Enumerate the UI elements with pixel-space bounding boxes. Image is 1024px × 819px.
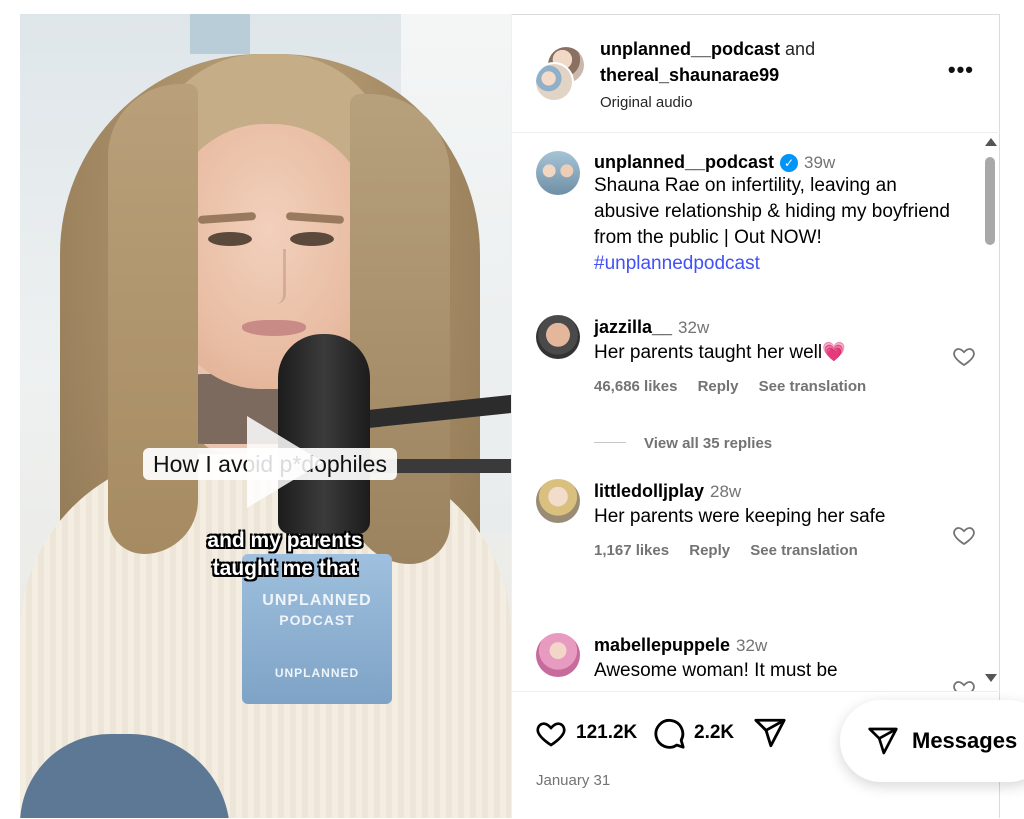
comment-text: Her parents were keeping her safe <box>594 506 886 527</box>
post-date[interactable]: January 31 <box>536 772 610 789</box>
caption-hashtag[interactable]: #unplannedpodcast <box>594 251 954 277</box>
author-connector: and <box>785 39 816 59</box>
mic-flag-text: PODCAST <box>279 612 355 628</box>
mic-flag-text: UNPLANNED <box>274 666 360 680</box>
like-action[interactable]: 121.2K <box>534 716 637 750</box>
share-action[interactable] <box>752 716 788 750</box>
like-count[interactable]: 121.2K <box>576 722 637 744</box>
heart-icon[interactable] <box>534 717 568 749</box>
scroll-up-arrow-icon[interactable] <box>985 138 997 146</box>
share-icon[interactable] <box>752 716 788 750</box>
comment-username[interactable]: jazzilla__ <box>594 317 672 337</box>
view-replies-button[interactable]: View all 35 replies <box>594 435 772 452</box>
comment-time[interactable]: 32w <box>678 318 709 337</box>
nose <box>261 249 286 304</box>
comment-username[interactable]: littledolljplay <box>594 481 704 501</box>
reply-button[interactable]: Reply <box>698 378 739 395</box>
scrollbar-thumb[interactable] <box>985 157 995 245</box>
post-authors: unplanned__podcast and thereal_shaunarae… <box>600 36 815 116</box>
messages-icon <box>868 727 898 755</box>
scroll-down-arrow-icon[interactable] <box>985 674 997 682</box>
messages-label: Messages <box>912 728 1018 753</box>
comment-likes[interactable]: 1,167 likes <box>594 542 669 559</box>
heart-icon[interactable] <box>952 677 976 691</box>
messages-button[interactable]: Messages <box>840 700 1024 782</box>
see-translation-button[interactable]: See translation <box>750 542 858 559</box>
post-sidebar: unplanned__podcast and thereal_shaunarae… <box>511 14 1000 818</box>
comment-likes[interactable]: 46,686 likes <box>594 378 677 395</box>
view-replies-label[interactable]: View all 35 replies <box>644 435 772 452</box>
comment-text: Awesome woman! It must be <box>594 660 838 681</box>
coauthor-avatar[interactable] <box>534 62 574 102</box>
play-icon[interactable] <box>247 416 323 508</box>
heart-emoji: 💗 <box>822 342 846 363</box>
caption-line: taught me that <box>212 557 358 580</box>
post-avatar[interactable] <box>536 151 580 195</box>
hair-strand-left <box>108 84 198 554</box>
eye-right <box>290 232 334 246</box>
eye-left <box>208 232 252 246</box>
scrollbar[interactable] <box>984 133 997 691</box>
verified-icon: ✓ <box>780 154 799 172</box>
comment-time[interactable]: 32w <box>736 636 767 655</box>
post-caption: unplanned__podcast ✓ 39w Shauna Rae on inf… <box>594 152 954 277</box>
comment-time[interactable]: 28w <box>710 482 741 501</box>
comments-feed[interactable]: unplanned__podcast ✓ 39w Shauna Rae on inf… <box>512 133 1000 691</box>
comment-action[interactable]: 2.2K <box>652 716 734 750</box>
comment-meta: 46,686 likes Reply See translation <box>594 378 914 395</box>
caption-username[interactable]: unplanned__podcast <box>594 152 774 172</box>
video-caption-bottom: and my parents taught me that <box>170 527 400 583</box>
coauthor-username[interactable]: thereal_shaunarae99 <box>600 65 779 85</box>
comment: jazzilla__ 32w Her parents taught her wel… <box>594 317 914 395</box>
background-panel <box>190 14 250 54</box>
comment-icon[interactable] <box>652 716 686 750</box>
comment-count[interactable]: 2.2K <box>694 722 734 744</box>
commenter-avatar[interactable] <box>536 479 580 523</box>
replies-divider <box>594 442 626 443</box>
post-header: unplanned__podcast and thereal_shaunarae… <box>512 14 1000 133</box>
comment-username[interactable]: mabellepuppele <box>594 635 730 655</box>
see-translation-button[interactable]: See translation <box>759 378 867 395</box>
lips <box>242 320 306 336</box>
comment: littledolljplay 28w Her parents were keep… <box>594 481 914 559</box>
heart-icon[interactable] <box>952 344 976 368</box>
comment-text-row: Her parents taught her well💗 <box>594 340 914 366</box>
author-username[interactable]: unplanned__podcast <box>600 39 780 59</box>
reply-button[interactable]: Reply <box>689 542 730 559</box>
caption-line: and my parents <box>207 529 363 552</box>
commenter-avatar[interactable] <box>536 633 580 677</box>
caption-time[interactable]: 39w <box>804 153 835 172</box>
commenter-avatar[interactable] <box>536 315 580 359</box>
video-player[interactable]: UNPLANNED PODCAST UNPLANNED How I avoid … <box>20 14 511 818</box>
comment: mabellepuppele 32w Awesome woman! It must… <box>594 635 914 684</box>
more-options-icon[interactable]: ••• <box>948 59 974 81</box>
comment-text: Her parents taught her well <box>594 342 823 363</box>
comment-meta: 1,167 likes Reply See translation <box>594 542 914 559</box>
mic-flag-text: UNPLANNED <box>262 592 372 609</box>
caption-text: Shauna Rae on infertility, leaving an ab… <box>594 175 950 248</box>
heart-icon[interactable] <box>952 523 976 547</box>
audio-label[interactable]: Original audio <box>600 94 693 111</box>
